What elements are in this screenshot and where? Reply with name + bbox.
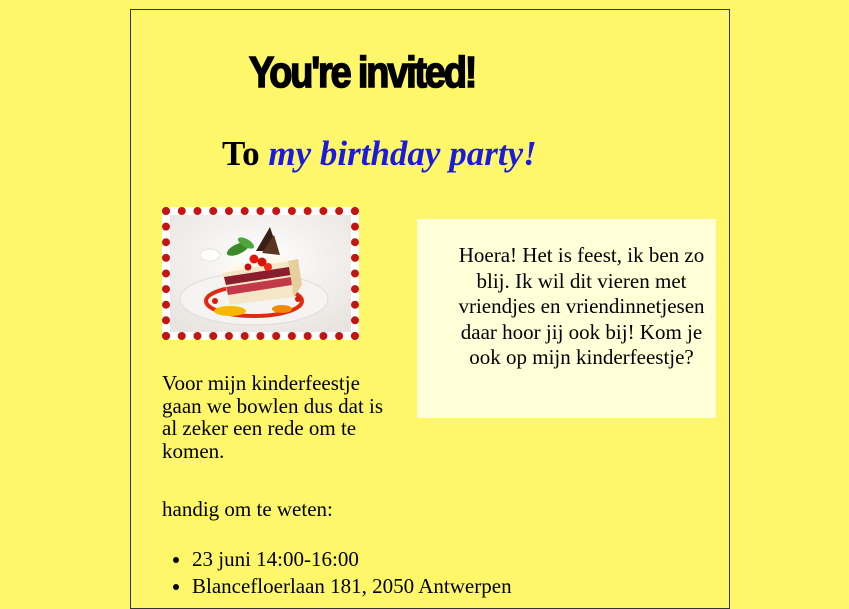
subheading-prefix: To bbox=[222, 134, 269, 173]
info-list: 23 juni 14:00-16:00 Blancefloerlaan 181,… bbox=[152, 546, 512, 600]
info-heading: handig om te weten: bbox=[162, 497, 333, 521]
info-item-date: 23 juni 14:00-16:00 bbox=[192, 546, 512, 573]
invitation-headline: You're invited! bbox=[248, 47, 478, 98]
cake-photo bbox=[162, 207, 359, 340]
info-item-address: Blancefloerlaan 181, 2050 Antwerpen bbox=[192, 573, 512, 600]
invitation-message-box: Hoera! Het is feest, ik ben zo blij. Ik … bbox=[417, 219, 716, 418]
cake-image bbox=[170, 215, 351, 332]
invitation-card: You're invited! To my birthday party! Ho… bbox=[130, 9, 730, 609]
activity-paragraph: Voor mijn kinderfeestje gaan we bowlen d… bbox=[162, 371, 384, 463]
invitation-subheading: To my birthday party! bbox=[222, 134, 537, 174]
subheading-emphasis: my birthday party! bbox=[268, 134, 537, 173]
